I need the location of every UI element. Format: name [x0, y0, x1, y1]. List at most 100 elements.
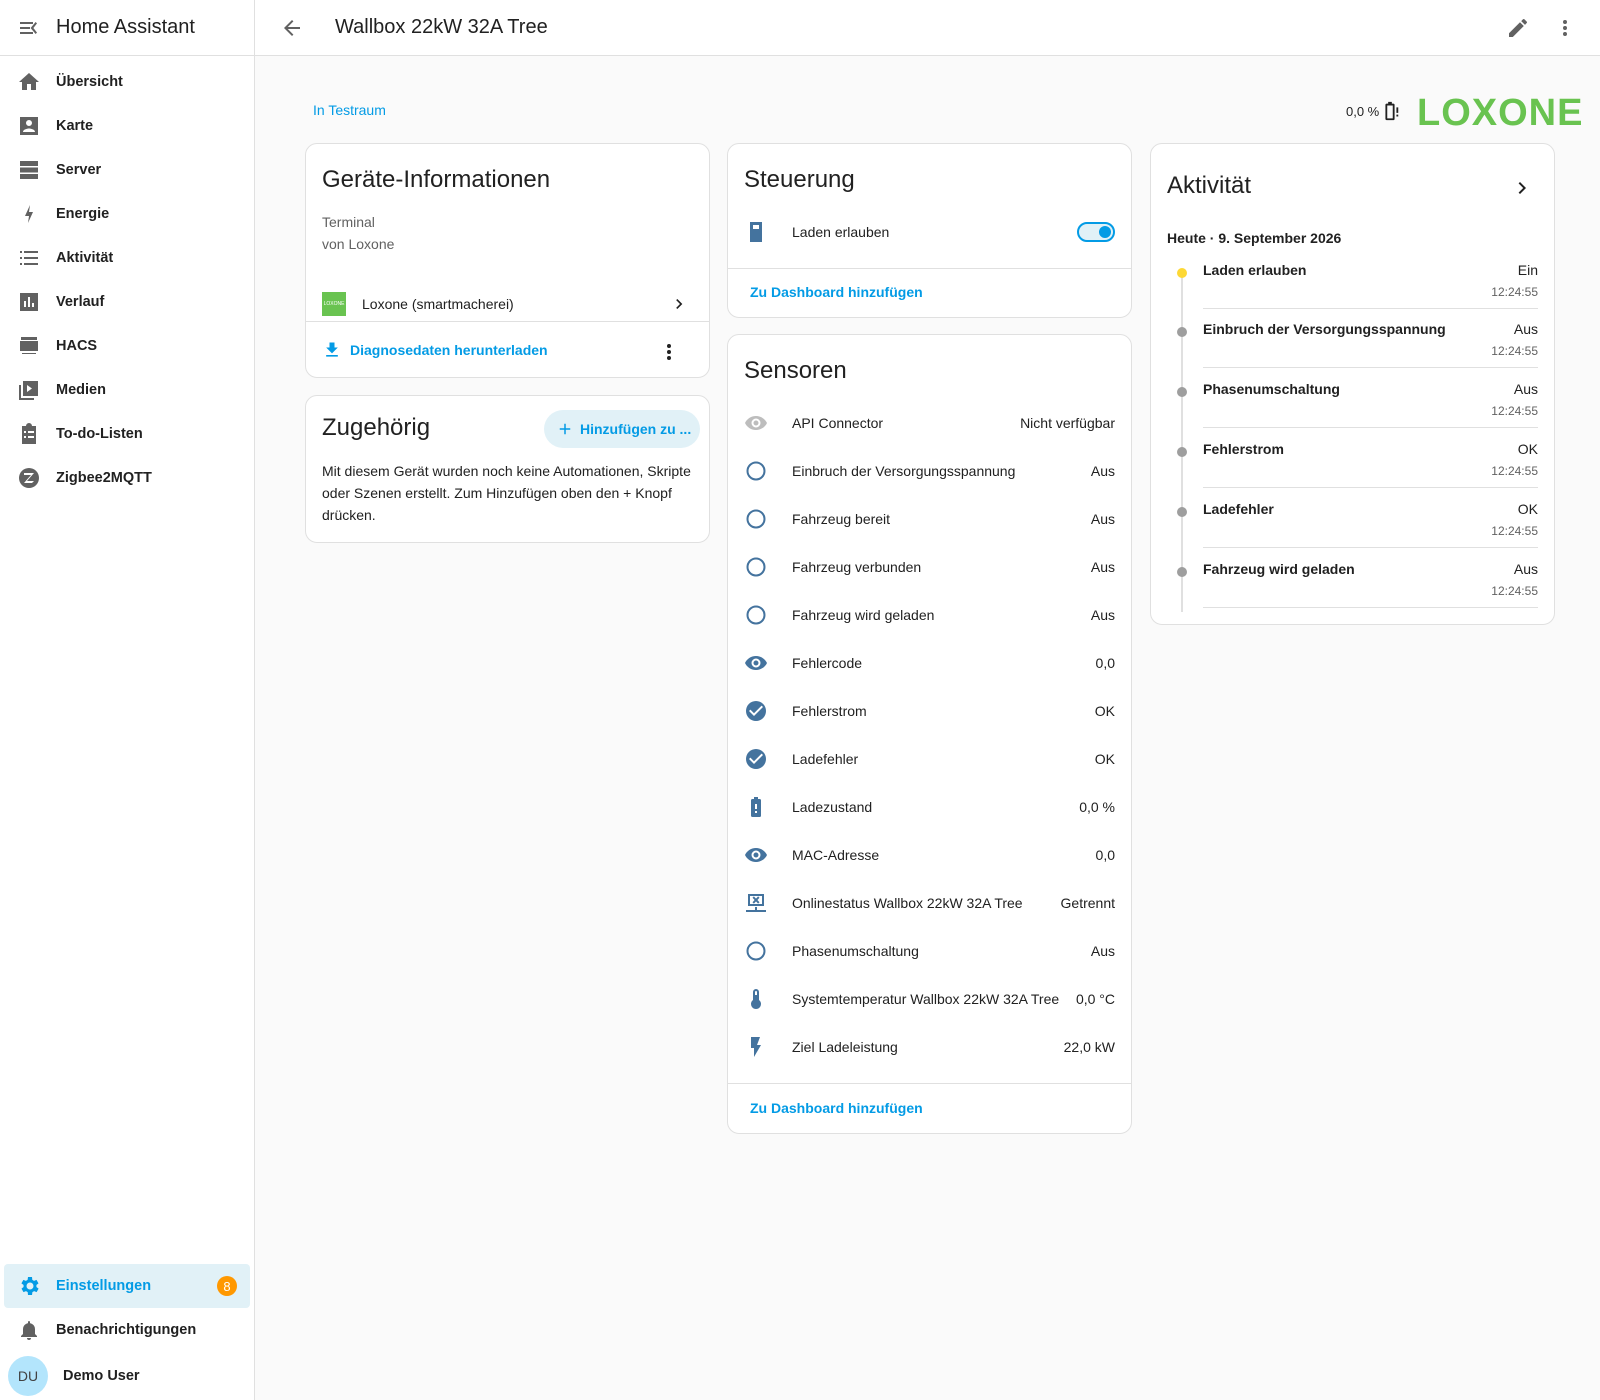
- timeline-dot: [1177, 567, 1187, 577]
- entity-row[interactable]: Phasenumschaltung Aus: [728, 927, 1131, 975]
- allow-charging-toggle[interactable]: [1077, 222, 1115, 242]
- divider: [1203, 487, 1538, 488]
- control-card: Steuerung Laden erlauben Zu Dashboard hi…: [727, 143, 1132, 318]
- device-manufacturer: von Loxone: [322, 236, 395, 252]
- divider: [1203, 427, 1538, 428]
- download-diagnostics-label: Diagnosedaten herunterladen: [350, 342, 548, 358]
- timeline-state: Aus: [1513, 321, 1538, 337]
- entity-state: Aus: [1090, 943, 1115, 959]
- entity-name: Fehlerstrom: [792, 703, 867, 719]
- timeline-item[interactable]: Einbruch der Versorgungsspannung Aus 12:…: [1151, 319, 1554, 379]
- chevron-right-icon: [669, 294, 689, 314]
- entity-name: Ladezustand: [792, 799, 873, 815]
- entity-row[interactable]: Onlinestatus Wallbox 22kW 32A Tree Getre…: [728, 879, 1131, 927]
- sidebar-item-notifications[interactable]: Benachrichtigungen: [0, 1308, 254, 1352]
- timeline-name: Laden erlauben: [1203, 262, 1307, 278]
- sidebar-item-todo[interactable]: To-do-Listen: [0, 412, 254, 456]
- arrow-left-icon[interactable]: [280, 16, 304, 40]
- sidebar-item-zigbee2mqtt[interactable]: Zigbee2MQTT: [0, 456, 254, 500]
- pencil-icon[interactable]: [1506, 16, 1530, 40]
- hacs-icon: [17, 334, 41, 358]
- entity-state: OK: [1094, 751, 1115, 767]
- chevron-right-icon[interactable]: [1510, 176, 1534, 200]
- divider: [728, 1083, 1131, 1084]
- sidebar-item-user[interactable]: DU Demo User: [0, 1352, 254, 1400]
- timeline-item[interactable]: Fahrzeug wird geladen Aus 12:24:55: [1151, 559, 1554, 619]
- circle-outline-icon: [744, 555, 768, 579]
- add-to-dashboard-button[interactable]: Zu Dashboard hinzufügen: [750, 1100, 923, 1116]
- server-icon: [17, 158, 41, 182]
- sidebar-item-server[interactable]: Server: [0, 148, 254, 192]
- entity-row[interactable]: Ladezustand 0,0 %: [728, 783, 1131, 831]
- entity-row-allow-charging[interactable]: Laden erlauben: [728, 208, 1131, 256]
- sidebar-item-settings[interactable]: Einstellungen 8: [4, 1264, 250, 1308]
- add-to-dashboard-button[interactable]: Zu Dashboard hinzufügen: [750, 284, 923, 300]
- integration-row[interactable]: LOXONE Loxone (smartmacherei): [306, 276, 709, 332]
- download-icon: [322, 340, 342, 360]
- entity-row[interactable]: Fahrzeug bereit Aus: [728, 495, 1131, 543]
- entity-row[interactable]: API Connector Nicht verfügbar: [728, 399, 1131, 447]
- timeline-name: Fahrzeug wird geladen: [1203, 561, 1355, 577]
- area-link[interactable]: In Testraum: [313, 102, 386, 118]
- entity-row[interactable]: Fahrzeug wird geladen Aus: [728, 591, 1131, 639]
- entity-row[interactable]: Fehlerstrom OK: [728, 687, 1131, 735]
- entity-row[interactable]: Ladefehler OK: [728, 735, 1131, 783]
- map-account-icon: [17, 114, 41, 138]
- timeline-name: Ladefehler: [1203, 501, 1274, 517]
- entity-name: Einbruch der Versorgungsspannung: [792, 463, 1016, 479]
- sidebar-item-overview[interactable]: Übersicht: [0, 60, 254, 104]
- integration-logo: LOXONE: [322, 292, 346, 316]
- circle-outline-icon: [744, 459, 768, 483]
- entity-name: Systemtemperatur Wallbox 22kW 32A Tree: [792, 991, 1060, 1007]
- settings-badge: 8: [217, 1276, 237, 1296]
- entity-row[interactable]: Systemtemperatur Wallbox 22kW 32A Tree 0…: [728, 975, 1131, 1023]
- entity-state: Aus: [1090, 463, 1115, 479]
- entity-state: 0,0: [1095, 655, 1115, 671]
- sidebar-item-hacs[interactable]: HACS: [0, 324, 254, 368]
- sidebar-item-energy[interactable]: Energie: [0, 192, 254, 236]
- activity-title: Aktivität: [1167, 172, 1252, 199]
- add-to-button[interactable]: Hinzufügen zu ...: [544, 410, 700, 448]
- sidebar-item-media[interactable]: Medien: [0, 368, 254, 412]
- ev-station-icon: [744, 220, 768, 244]
- entity-row[interactable]: Fehlercode 0,0: [728, 639, 1131, 687]
- menu-open-icon[interactable]: [17, 16, 41, 40]
- related-card: Zugehörig Hinzufügen zu ... Mit diesem G…: [305, 395, 710, 543]
- timeline-item[interactable]: Fehlerstrom OK 12:24:55: [1151, 439, 1554, 499]
- timeline-dot: [1177, 447, 1187, 457]
- entity-state: Aus: [1090, 511, 1115, 527]
- timeline-item[interactable]: Ladefehler OK 12:24:55: [1151, 499, 1554, 559]
- page-title: Wallbox 22kW 32A Tree: [335, 16, 548, 38]
- battery-outline-icon: [1379, 100, 1401, 122]
- timeline-time: 12:24:55: [1491, 464, 1538, 478]
- entity-row[interactable]: Ziel Ladeleistung 22,0 kW: [728, 1023, 1131, 1071]
- timeline-state: OK: [1517, 501, 1538, 517]
- sidebar-item-label: Verlauf: [56, 294, 105, 310]
- sidebar-item-label: Energie: [56, 206, 110, 222]
- sidebar-item-map[interactable]: Karte: [0, 104, 254, 148]
- activity-date: Heute · 9. September 2026: [1167, 230, 1342, 246]
- sidebar-item-activity[interactable]: Aktivität: [0, 236, 254, 280]
- timeline-item[interactable]: Phasenumschaltung Aus 12:24:55: [1151, 379, 1554, 439]
- divider: [306, 321, 709, 322]
- entity-name: Fahrzeug verbunden: [792, 559, 922, 575]
- entity-state: Getrennt: [1060, 895, 1115, 911]
- more-vertical-icon[interactable]: [1553, 16, 1577, 40]
- sidebar: Home Assistant Übersicht Karte Server En…: [0, 0, 255, 1400]
- more-vertical-icon[interactable]: [657, 340, 681, 364]
- entity-row[interactable]: Einbruch der Versorgungsspannung Aus: [728, 447, 1131, 495]
- user-name: Demo User: [63, 1368, 140, 1384]
- battery-alert-icon: [744, 795, 768, 819]
- timeline-item[interactable]: Laden erlauben Ein 12:24:55: [1151, 260, 1554, 320]
- download-diagnostics-button[interactable]: Diagnosedaten herunterladen: [322, 340, 548, 360]
- lightning-icon: [17, 202, 41, 226]
- thermometer-icon: [744, 987, 768, 1011]
- circle-outline-icon: [744, 603, 768, 627]
- clipboard-list-icon: [17, 422, 41, 446]
- entity-row[interactable]: MAC-Adresse 0,0: [728, 831, 1131, 879]
- entity-name: Onlinestatus Wallbox 22kW 32A Tree: [792, 895, 1023, 911]
- sidebar-item-history[interactable]: Verlauf: [0, 280, 254, 324]
- entity-name: Fahrzeug bereit: [792, 511, 891, 527]
- entity-row[interactable]: Fahrzeug verbunden Aus: [728, 543, 1131, 591]
- timeline-state: OK: [1517, 441, 1538, 457]
